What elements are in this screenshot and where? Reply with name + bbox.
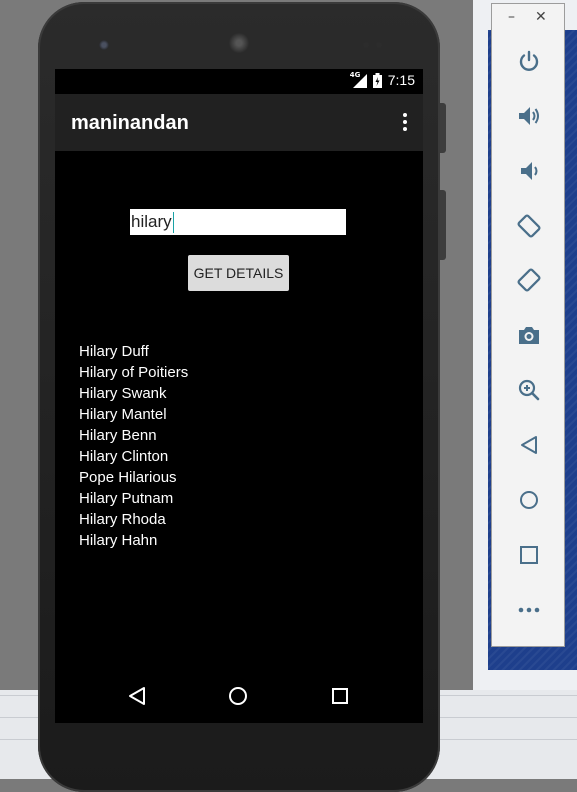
search-input[interactable] <box>130 209 346 235</box>
rotate-left-icon[interactable] <box>516 213 542 239</box>
back-icon[interactable] <box>124 683 150 709</box>
sensor-dot <box>363 42 369 48</box>
list-item: Pope Hilarious <box>79 469 177 486</box>
app-title: maninandan <box>71 112 189 134</box>
volume-up-icon[interactable] <box>516 103 542 129</box>
list-item: Hilary Rhoda <box>79 511 166 528</box>
home-icon[interactable] <box>516 487 542 513</box>
close-button[interactable]: ✕ <box>535 10 547 24</box>
home-icon[interactable] <box>225 683 251 709</box>
text-cursor <box>173 212 174 233</box>
camera-icon[interactable] <box>516 322 542 348</box>
power-icon[interactable] <box>516 48 542 74</box>
back-icon[interactable] <box>516 432 542 458</box>
phone-side-button <box>440 103 446 153</box>
network-type-label: 4G <box>349 71 361 79</box>
rotate-right-icon[interactable] <box>516 267 542 293</box>
get-details-button[interactable]: GET DETAILS <box>188 255 289 291</box>
signal-icon: 4G <box>349 71 367 88</box>
overview-icon[interactable] <box>516 542 542 568</box>
status-clock: 7:15 <box>387 72 415 88</box>
emulator-toolbar: – ✕ <box>491 3 565 647</box>
phone-side-button <box>440 190 446 260</box>
zoom-icon[interactable] <box>516 377 542 403</box>
navigation-bar <box>55 669 423 723</box>
minimize-button[interactable]: – <box>508 10 515 24</box>
phone-screen: 4G 7:15 maninandan GET DETAILS Hilary Du… <box>55 69 423 723</box>
recents-icon[interactable] <box>327 683 353 709</box>
list-item: Hilary Duff <box>79 343 149 360</box>
volume-down-icon[interactable] <box>516 158 542 184</box>
battery-icon <box>372 72 382 88</box>
status-bar: 4G 7:15 <box>55 69 423 94</box>
sensor-dot <box>376 42 382 48</box>
list-item: Hilary Putnam <box>79 490 174 507</box>
list-item: Hilary Swank <box>79 385 167 402</box>
list-item: Hilary Clinton <box>79 448 169 465</box>
more-icon[interactable] <box>516 597 542 623</box>
results-list: Hilary Duff Hilary of Poitiers Hilary Sw… <box>79 341 188 551</box>
list-item: Hilary Mantel <box>79 406 167 423</box>
speaker-icon <box>229 33 249 53</box>
app-bar: maninandan <box>55 94 423 151</box>
list-item: Hilary of Poitiers <box>79 364 189 381</box>
list-item: Hilary Benn <box>79 427 157 444</box>
front-camera-icon <box>99 40 109 50</box>
more-vert-icon[interactable] <box>399 112 411 134</box>
list-item: Hilary Hahn <box>79 532 158 549</box>
